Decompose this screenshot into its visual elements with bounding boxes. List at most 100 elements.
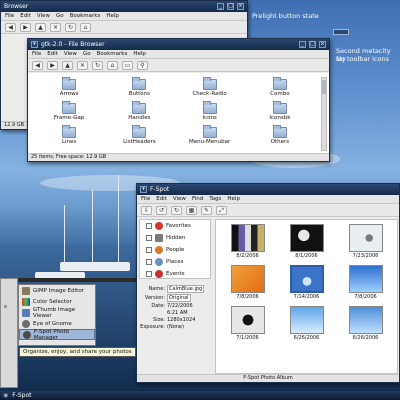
window-menu-icon[interactable]: ▾ <box>31 41 38 48</box>
menu-bar: File Edit View Find Tags Help <box>137 195 399 204</box>
menu-edit[interactable]: Edit <box>156 196 167 202</box>
menu-go[interactable]: Go <box>83 51 91 57</box>
menu-view[interactable]: View <box>37 13 50 19</box>
scrollbar-thumb[interactable] <box>322 80 326 94</box>
menu-go[interactable]: Go <box>56 13 64 19</box>
stop-icon[interactable]: ✕ <box>50 22 61 32</box>
title-bar[interactable]: Browser _ □ × <box>1 1 247 12</box>
folder-item[interactable]: Menu-Menubar <box>175 125 245 145</box>
photo-thumbnail[interactable]: 7/8/2006 <box>218 265 277 300</box>
tag-checkbox[interactable] <box>146 247 152 253</box>
menu-item-gthumb[interactable]: GThumb Image Viewer <box>19 307 95 319</box>
main-menu-item[interactable] <box>1 290 17 301</box>
tag-hidden[interactable]: Hidden <box>140 232 210 244</box>
menu-file[interactable]: File <box>32 51 41 57</box>
import-icon[interactable]: ⇩ <box>141 205 152 215</box>
title-bar[interactable]: ▾ gtk-2.0 - File Browser _ □ × <box>28 39 329 50</box>
folder-item[interactable]: Iconsbk <box>245 101 315 121</box>
fspot-window[interactable]: ▾ F-Spot File Edit View Find Tags Help ⇩… <box>136 183 400 383</box>
forward-icon[interactable]: ▶ <box>20 22 31 32</box>
tag-places[interactable]: Places <box>140 256 210 268</box>
photo-thumbnail[interactable]: 6/26/2006 <box>336 306 395 341</box>
up-icon[interactable]: ▲ <box>62 60 73 70</box>
tag-favorites[interactable]: Favorites <box>140 220 210 232</box>
fullscreen-icon[interactable]: ⤢ <box>216 205 227 215</box>
reload-icon[interactable]: ↻ <box>92 60 103 70</box>
folder-icon <box>132 101 147 114</box>
menu-bookmarks[interactable]: Bookmarks <box>70 13 101 19</box>
tag-checkbox[interactable] <box>146 235 152 241</box>
window-menu-icon[interactable]: ▾ <box>140 186 147 193</box>
menu-item-gimp[interactable]: GIMP Image Editor <box>19 285 95 296</box>
folder-item[interactable]: ListHeaders <box>104 125 174 145</box>
menu-bookmarks[interactable]: Bookmarks <box>97 51 128 57</box>
main-menu-item[interactable] <box>1 323 17 334</box>
taskbar-item-fspot[interactable]: F-Spot <box>12 392 31 399</box>
reload-icon[interactable]: ↻ <box>65 22 76 32</box>
tag-checkbox[interactable] <box>146 271 152 277</box>
main-menu-item[interactable] <box>1 312 17 323</box>
back-icon[interactable]: ◀ <box>5 22 16 32</box>
folder-item[interactable]: Arrows <box>34 77 104 97</box>
minimize-button[interactable]: _ <box>299 41 306 48</box>
home-icon[interactable]: ⌂ <box>80 22 91 32</box>
menu-edit[interactable]: Edit <box>20 13 31 19</box>
menu-file[interactable]: File <box>141 196 150 202</box>
folder-item[interactable]: Lines <box>34 125 104 145</box>
photo-thumbnail[interactable]: 8/1/2006 <box>277 224 336 259</box>
version-select[interactable]: Original <box>167 293 191 302</box>
rotate-left-icon[interactable]: ↺ <box>156 205 167 215</box>
folder-item[interactable]: Others <box>245 125 315 145</box>
tag-checkbox[interactable] <box>146 259 152 265</box>
home-icon[interactable]: ⌂ <box>107 60 118 70</box>
folder-item[interactable]: Handles <box>104 101 174 121</box>
browse-icon[interactable]: ▦ <box>186 205 197 215</box>
rotate-right-icon[interactable]: ↻ <box>171 205 182 215</box>
up-icon[interactable]: ▲ <box>35 22 46 32</box>
search-icon[interactable]: ⚲ <box>137 60 148 70</box>
stop-icon[interactable]: ✕ <box>77 60 88 70</box>
photo-thumbnail[interactable]: 8/2/2006 <box>218 224 277 259</box>
menu-edit[interactable]: Edit <box>47 51 58 57</box>
photo-thumbnail[interactable]: 7/14/2006 <box>277 265 336 300</box>
folder-item[interactable]: Buttons <box>104 77 174 97</box>
folder-item[interactable]: Icons <box>175 101 245 121</box>
menu-help[interactable]: Help <box>133 51 146 57</box>
folder-item[interactable]: Combo <box>245 77 315 97</box>
photo-view[interactable]: 8/2/2006 8/1/2006 7/23/2006 7/8/2006 7/1… <box>215 219 398 374</box>
photo-thumbnail[interactable]: 7/23/2006 <box>336 224 395 259</box>
photo-thumbnail[interactable]: 7/1/2006 <box>218 306 277 341</box>
title-bar[interactable]: ▾ F-Spot <box>137 184 399 195</box>
main-menu-item[interactable]: s <box>1 301 17 312</box>
file-browser-window[interactable]: ▾ gtk-2.0 - File Browser _ □ × File Edit… <box>27 38 330 162</box>
menu-file[interactable]: File <box>5 13 14 19</box>
edit-image-icon[interactable]: ✎ <box>201 205 212 215</box>
minimize-button[interactable]: _ <box>217 3 224 10</box>
menu-item-fspot[interactable]: F-Spot Photo Manager <box>19 329 95 341</box>
maximize-button[interactable]: □ <box>309 41 316 48</box>
menu-item-eog[interactable]: Eye of Gnome <box>19 318 95 329</box>
photo-thumbnail[interactable]: 7/8/2006 <box>336 265 395 300</box>
close-button[interactable]: × <box>319 41 326 48</box>
folder-item[interactable]: Check-Radio <box>175 77 245 97</box>
computer-icon[interactable]: ▭ <box>122 60 133 70</box>
tag-checkbox[interactable] <box>146 223 152 229</box>
tag-people[interactable]: People <box>140 244 210 256</box>
close-button[interactable]: × <box>237 3 244 10</box>
menu-help[interactable]: Help <box>106 13 119 19</box>
photo-thumbnail[interactable]: 6/26/2006 <box>277 306 336 341</box>
tag-events[interactable]: Events <box>140 268 210 280</box>
menu-help[interactable]: Help <box>227 196 240 202</box>
main-menu-item[interactable] <box>1 279 17 290</box>
menu-view[interactable]: View <box>173 196 186 202</box>
menu-find[interactable]: Find <box>192 196 203 202</box>
back-icon[interactable]: ◀ <box>32 60 43 70</box>
vertical-scrollbar[interactable] <box>321 77 327 151</box>
folder-item[interactable]: Frame-Gap <box>34 101 104 121</box>
menu-view[interactable]: View <box>64 51 77 57</box>
menu-item-color-selector[interactable]: Color Selector <box>19 296 95 307</box>
maximize-button[interactable]: □ <box>227 3 234 10</box>
menu-tags[interactable]: Tags <box>209 196 221 202</box>
name-field[interactable]: CalmBlue.jpg <box>167 284 205 293</box>
forward-icon[interactable]: ▶ <box>47 60 58 70</box>
